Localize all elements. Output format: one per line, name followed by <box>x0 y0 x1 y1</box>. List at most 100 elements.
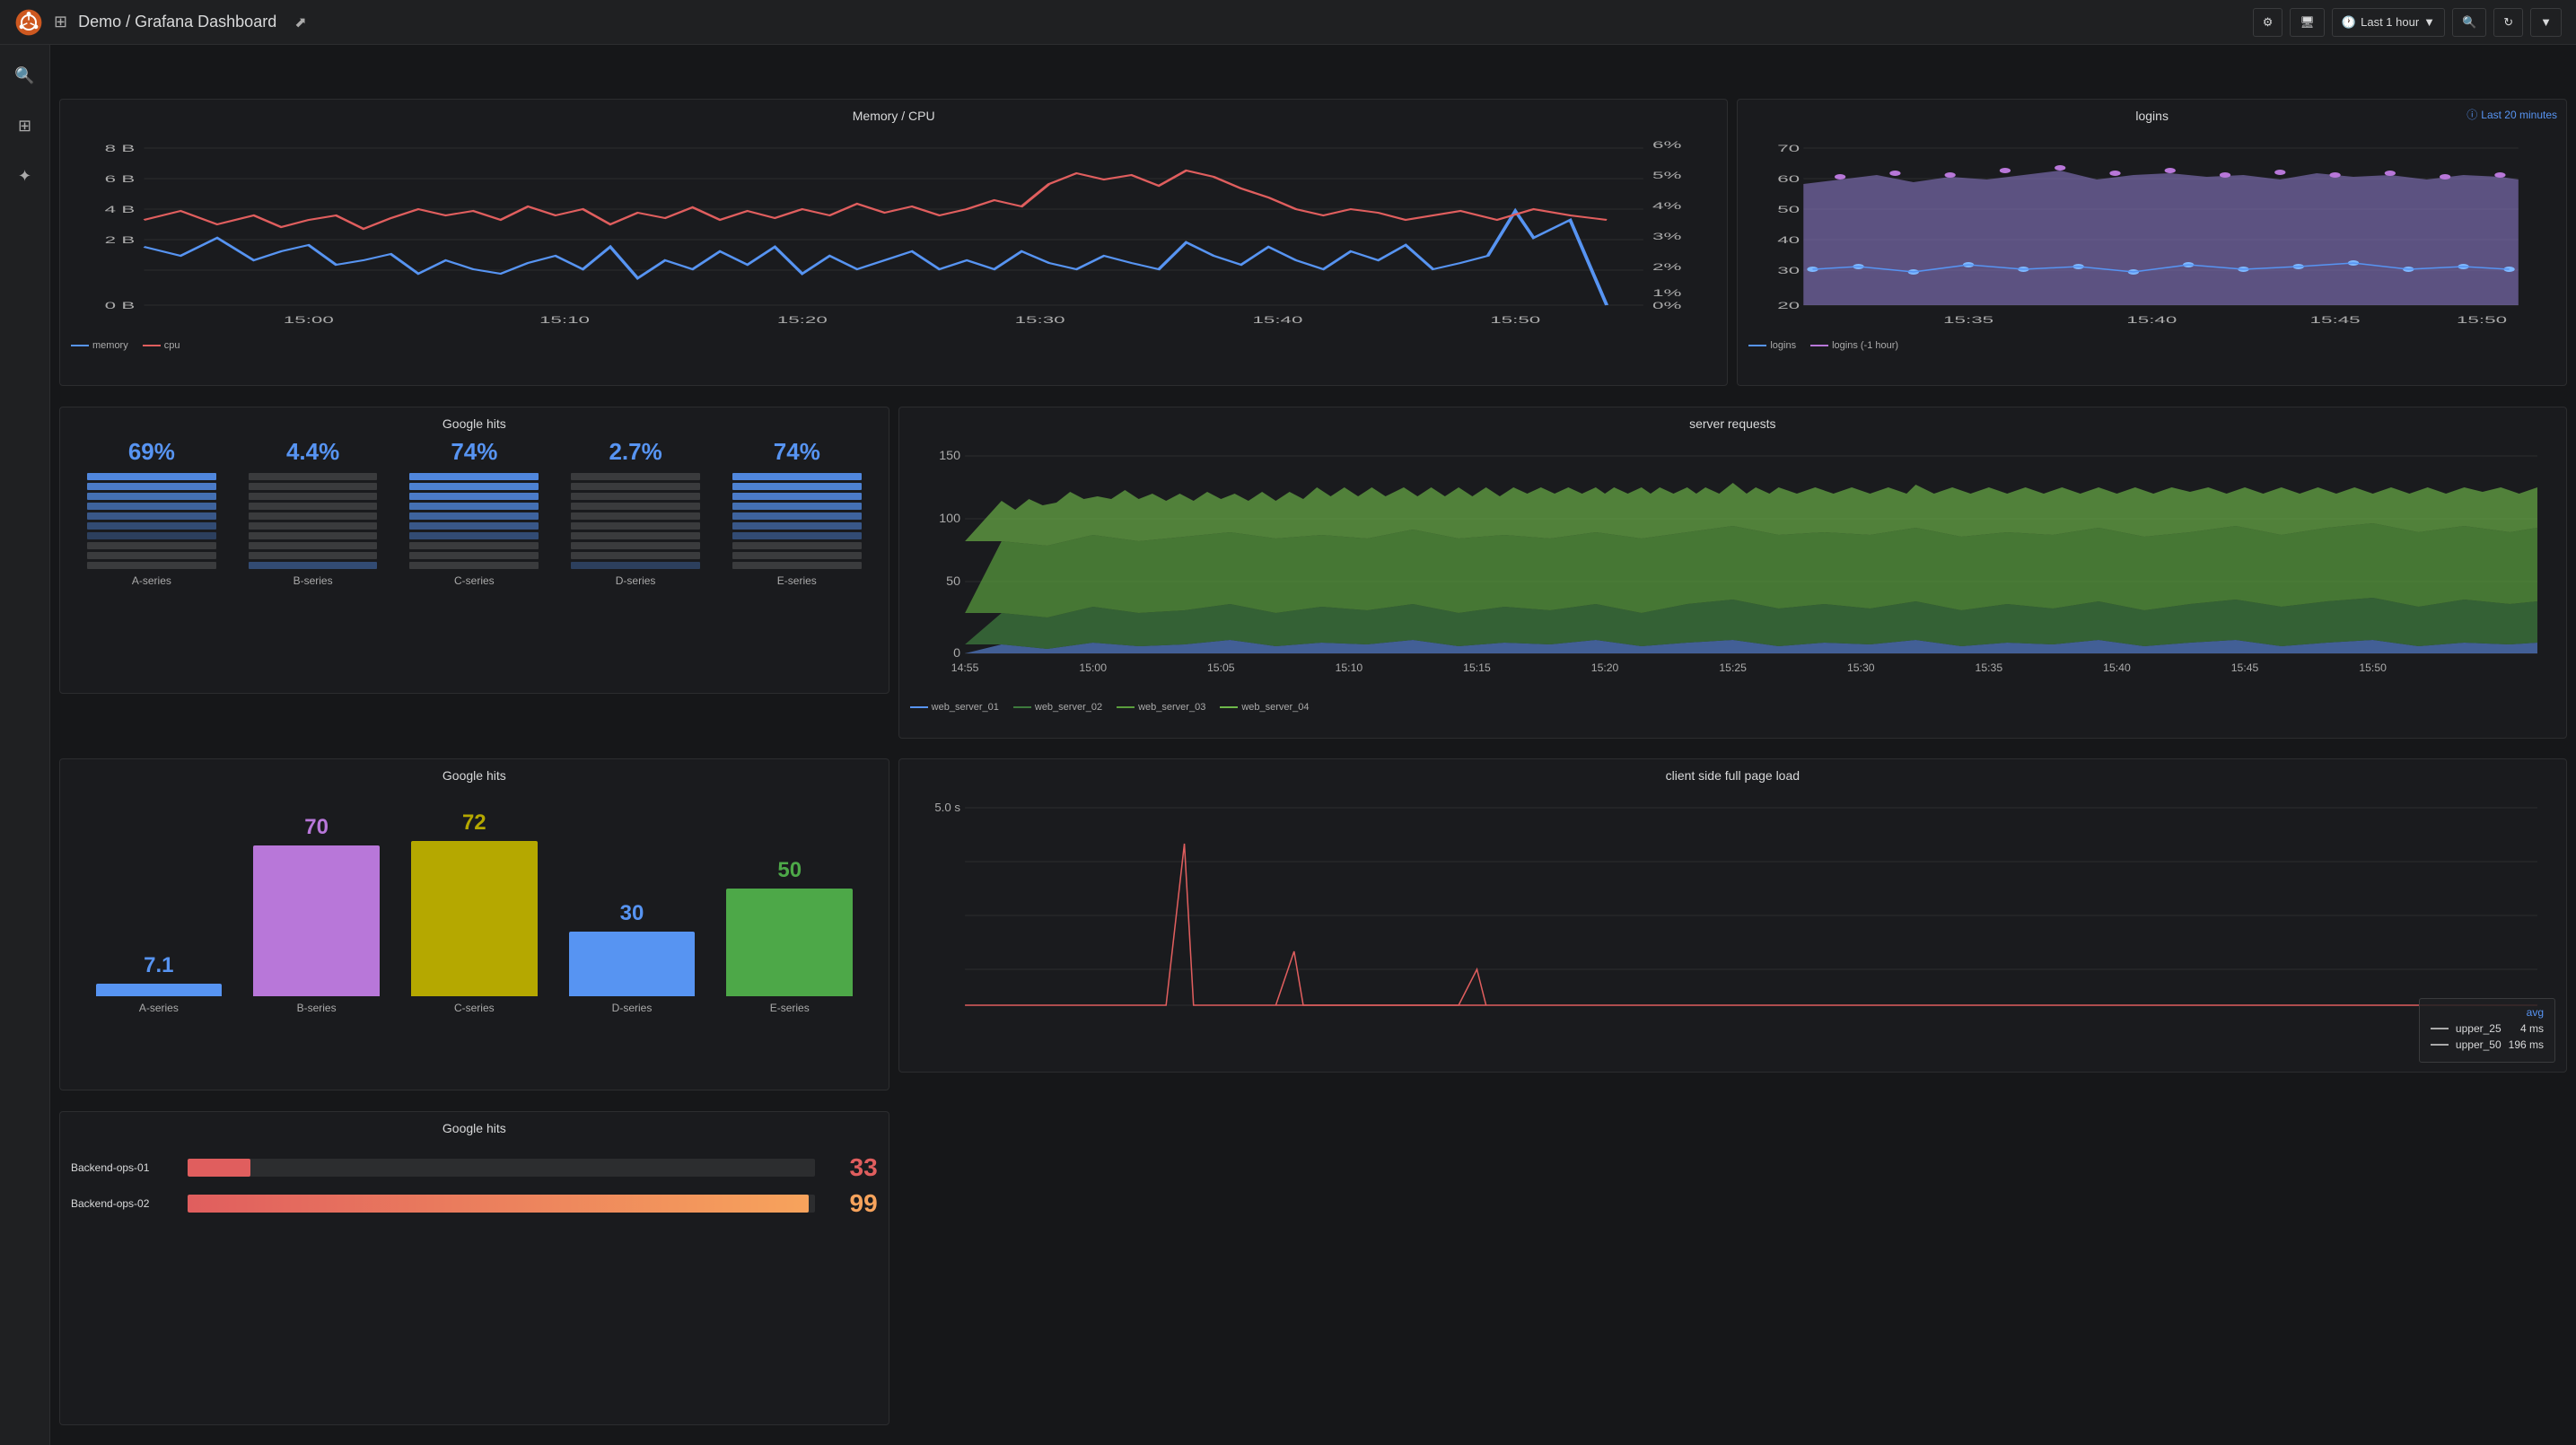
svg-text:15:35: 15:35 <box>1943 314 1993 325</box>
svg-text:15:40: 15:40 <box>2127 314 2177 325</box>
time-range-button[interactable]: 🕐 Last 1 hour ▼ <box>2332 8 2445 37</box>
settings-button[interactable]: ⚙ <box>2253 8 2283 37</box>
gh-col-e: 74% E-series <box>716 438 878 680</box>
ghb-row-01: Backend-ops-01 33 <box>71 1153 878 1182</box>
share-icon[interactable]: ⬈ <box>294 13 306 31</box>
client-page-load-panel: client side full page load 5.0 s avg <box>898 758 2567 1073</box>
gh-mid-col-d: 30 D-series <box>569 901 696 1014</box>
legend-memory-label: memory <box>92 340 128 351</box>
memory-cpu-title: Memory / CPU <box>71 109 1716 123</box>
gh-c-label: C-series <box>454 574 495 587</box>
zoom-out-button[interactable]: 🔍 <box>2452 8 2486 37</box>
gh-c-value: 74% <box>451 438 497 466</box>
svg-text:100: 100 <box>939 511 960 525</box>
svg-text:15:40: 15:40 <box>2103 661 2131 674</box>
gh-d-value: 2.7% <box>609 438 662 466</box>
logins-time-label: Last 20 minutes <box>2481 109 2557 121</box>
gh-d-label: D-series <box>616 574 656 587</box>
top-bar-right: ⚙ 🖥 🕐 Last 1 hour ▼ 🔍 ↻ ▼ <box>2253 8 2562 37</box>
client-legend: avg upper_25 4 ms upper_50 196 ms <box>2419 998 2555 1063</box>
gh-e-bars <box>732 473 862 569</box>
gh-e-value: 74% <box>774 438 820 466</box>
svg-text:15:45: 15:45 <box>2310 314 2361 325</box>
gh-mid-b-value: 70 <box>304 815 329 840</box>
gh-b-value: 4.4% <box>286 438 339 466</box>
svg-text:15:00: 15:00 <box>284 314 334 325</box>
gh-a-value: 69% <box>128 438 175 466</box>
svg-text:14:55: 14:55 <box>951 661 978 674</box>
google-hits-bottom-panel: Google hits Backend-ops-01 33 Backend-op… <box>59 1111 889 1425</box>
sidebar-item-dashboards[interactable]: ⊞ <box>9 109 41 142</box>
svg-text:15:10: 15:10 <box>1335 661 1362 674</box>
gh-mid-d-label: D-series <box>612 1002 653 1014</box>
gh-col-a: 69% A-series <box>71 438 232 680</box>
client-page-load-chart: 5.0 s <box>910 790 2555 1041</box>
logins-legend: logins logins (-1 hour) <box>1748 340 2555 351</box>
gh-mid-a-label: A-series <box>139 1002 179 1014</box>
ghb-label-01: Backend-ops-01 <box>71 1161 179 1174</box>
server-requests-panel: server requests 150 100 50 0 <box>898 407 2567 739</box>
gh-d-bars <box>571 473 700 569</box>
legend-memory: memory <box>71 340 128 351</box>
refresh-button[interactable]: ↻ <box>2493 8 2523 37</box>
svg-text:15:30: 15:30 <box>1015 314 1065 325</box>
svg-text:15:15: 15:15 <box>1463 661 1491 674</box>
legend-cpu-label: cpu <box>164 340 180 351</box>
google-hits-top-title: Google hits <box>71 416 878 431</box>
svg-text:0 B: 0 B <box>105 300 136 311</box>
svg-text:50: 50 <box>946 574 960 588</box>
svg-text:60: 60 <box>1778 173 1801 184</box>
gh-col-c: 74% C-series <box>393 438 555 680</box>
more-button[interactable]: ▼ <box>2530 8 2562 37</box>
legend-logins: logins <box>1748 340 1796 351</box>
gh-mid-a-value: 7.1 <box>144 953 173 978</box>
top-bar: ⊞ Demo / Grafana Dashboard ⬈ ⚙ 🖥 🕐 Last … <box>0 0 2576 45</box>
gh-col-b: 4.4% B-series <box>232 438 394 680</box>
sidebar-item-search[interactable]: 🔍 <box>9 59 41 92</box>
svg-text:15:20: 15:20 <box>777 314 828 325</box>
logins-time-badge: ⓘ Last 20 minutes <box>2466 107 2557 122</box>
time-range-label: Last 1 hour <box>2361 15 2419 29</box>
gh-mid-col-b: 70 B-series <box>253 815 380 1014</box>
svg-text:5.0 s: 5.0 s <box>934 801 960 814</box>
svg-text:15:25: 15:25 <box>1719 661 1747 674</box>
svg-text:15:50: 15:50 <box>2359 661 2387 674</box>
svg-text:15:45: 15:45 <box>2230 661 2258 674</box>
gh-b-bars <box>249 473 378 569</box>
svg-text:15:20: 15:20 <box>1590 661 1618 674</box>
gh-mid-d-value: 30 <box>620 901 644 926</box>
main-content: Memory / CPU 8 B 6 B 4 B 2 B 0 B 6% 5% 4… <box>50 90 2576 1445</box>
chevron-down-icon: ▼ <box>2423 15 2435 29</box>
legend-ws02: web_server_02 <box>1013 702 1102 713</box>
logins-chart: 70 60 50 40 30 20 15:35 15:40 15:45 15:5… <box>1748 130 2555 337</box>
screen-button[interactable]: 🖥 <box>2290 8 2325 37</box>
svg-text:70: 70 <box>1778 143 1801 153</box>
svg-text:4%: 4% <box>1652 200 1682 211</box>
google-hits-bottom-chart: Backend-ops-01 33 Backend-ops-02 99 <box>71 1153 878 1218</box>
svg-text:2%: 2% <box>1652 261 1682 272</box>
cl-upper25: upper_25 4 ms <box>2431 1022 2544 1035</box>
logins-title: logins <box>1748 109 2555 123</box>
memory-cpu-legend: memory cpu <box>71 340 1716 351</box>
google-hits-top-chart: 69% A-series 4.4% <box>71 438 878 680</box>
svg-text:5%: 5% <box>1652 170 1682 180</box>
svg-text:30: 30 <box>1778 265 1801 276</box>
svg-text:0: 0 <box>953 645 960 660</box>
google-hits-top-panel: Google hits 69% A-series <box>59 407 889 694</box>
ghb-bar-container-02 <box>188 1195 815 1213</box>
logins-panel: logins ⓘ Last 20 minutes 70 60 50 40 30 … <box>1737 99 2567 386</box>
google-hits-mid-panel: Google hits 7.1 A-series 70 B-series 72 … <box>59 758 889 1090</box>
svg-text:1%: 1% <box>1652 287 1682 298</box>
legend-logins-1h-label: logins (-1 hour) <box>1832 340 1898 351</box>
server-requests-chart: 150 100 50 0 14:55 15:00 15:05 15:10 15:… <box>910 438 2555 698</box>
svg-text:150: 150 <box>939 448 960 462</box>
svg-text:6%: 6% <box>1652 139 1682 150</box>
gh-mid-col-e: 50 E-series <box>726 858 853 1014</box>
ghb-bar-container-01 <box>188 1159 815 1177</box>
gh-mid-col-a: 7.1 A-series <box>96 953 223 1014</box>
svg-text:15:35: 15:35 <box>1975 661 2002 674</box>
gh-a-bars <box>87 473 216 569</box>
svg-text:3%: 3% <box>1652 231 1682 241</box>
ghb-bar-02 <box>188 1195 809 1213</box>
sidebar-item-explore[interactable]: ✦ <box>9 160 41 192</box>
